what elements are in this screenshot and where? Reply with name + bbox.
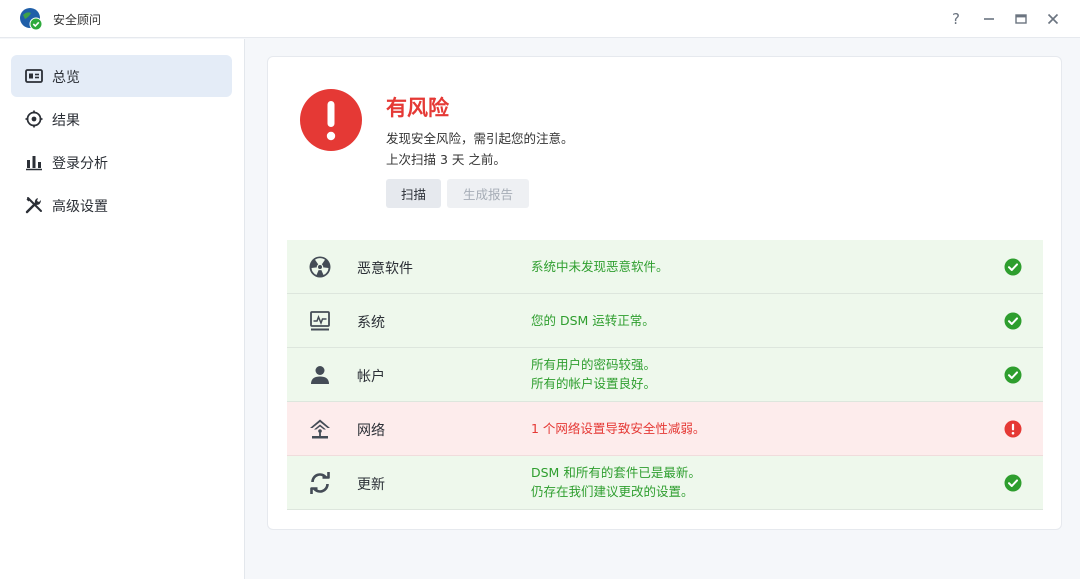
- sidebar-item-label: 高级设置: [52, 199, 108, 215]
- check-row-account[interactable]: 帐户 所有用户的密码较强。 所有的帐户设置良好。: [287, 348, 1043, 402]
- sidebar-item-overview[interactable]: 总览: [11, 55, 232, 97]
- check-row-system[interactable]: 系统 您的 DSM 运转正常。: [287, 294, 1043, 348]
- check-message: DSM 和所有的套件已是最新。: [531, 465, 701, 480]
- bar-chart-icon: [26, 156, 42, 171]
- sidebar-item-results[interactable]: 结果: [11, 98, 232, 140]
- last-scan-text: 上次扫描 3 天 之前。: [386, 152, 506, 167]
- maximize-button[interactable]: [1011, 9, 1031, 29]
- help-button[interactable]: ?: [946, 9, 966, 29]
- sidebar: 总览 结果 登录分析 高级设置: [0, 39, 245, 579]
- sidebar-item-label: 总览: [52, 70, 80, 86]
- status-description: 发现安全风险，需引起您的注意。: [386, 131, 574, 146]
- check-name: 网络: [357, 423, 385, 439]
- user-icon: [311, 366, 329, 384]
- tools-icon: [25, 197, 42, 214]
- check-message: 您的 DSM 运转正常。: [531, 313, 655, 328]
- error-alert-icon: [1004, 420, 1022, 438]
- generate-report-button[interactable]: 生成报告: [447, 179, 529, 208]
- status-title: 有风险: [386, 96, 449, 120]
- overview-icon: [25, 69, 43, 83]
- check-name: 系统: [357, 315, 385, 331]
- ok-check-icon: [1004, 258, 1022, 276]
- close-icon: [1047, 13, 1059, 25]
- check-message: 所有用户的密码较强。: [531, 357, 657, 372]
- network-icon: [310, 419, 330, 439]
- security-advisor-app-icon: [20, 8, 43, 31]
- check-name: 帐户: [357, 369, 385, 385]
- malware-icon: [309, 256, 331, 278]
- scan-button[interactable]: 扫描: [386, 179, 441, 208]
- ok-check-icon: [1004, 474, 1022, 492]
- check-message: 所有的帐户设置良好。: [531, 376, 657, 391]
- check-row-network[interactable]: 网络 1 个网络设置导致安全性减弱。: [287, 402, 1043, 456]
- check-row-malware[interactable]: 恶意软件 系统中未发现恶意软件。: [287, 240, 1043, 294]
- overview-card: 有风险 发现安全风险，需引起您的注意。 上次扫描 3 天 之前。 扫描 生成报告…: [267, 56, 1062, 530]
- check-message: 仍存在我们建议更改的设置。: [531, 484, 694, 499]
- check-message: 系统中未发现恶意软件。: [531, 259, 669, 274]
- sidebar-item-label: 结果: [52, 113, 80, 129]
- check-name: 更新: [357, 477, 385, 493]
- maximize-icon: [1015, 14, 1027, 24]
- minimize-button[interactable]: [979, 9, 999, 29]
- close-button[interactable]: [1043, 9, 1063, 29]
- system-monitor-icon: [310, 311, 330, 331]
- update-icon: [310, 472, 330, 494]
- check-message: 1 个网络设置导致安全性减弱。: [531, 421, 706, 436]
- title-bar: 安全顾问 ?: [0, 0, 1080, 38]
- ok-check-icon: [1004, 366, 1022, 384]
- target-icon: [25, 110, 43, 128]
- sidebar-item-login-analysis[interactable]: 登录分析: [11, 141, 232, 183]
- ok-check-icon: [1004, 312, 1022, 330]
- check-name: 恶意软件: [357, 261, 413, 277]
- sidebar-item-advanced-settings[interactable]: 高级设置: [11, 184, 232, 226]
- minimize-icon: [984, 18, 994, 20]
- sidebar-item-label: 登录分析: [52, 156, 108, 172]
- window-title: 安全顾问: [53, 13, 102, 27]
- risk-alert-icon: [300, 89, 362, 151]
- check-row-update[interactable]: 更新 DSM 和所有的套件已是最新。 仍存在我们建议更改的设置。: [287, 456, 1043, 510]
